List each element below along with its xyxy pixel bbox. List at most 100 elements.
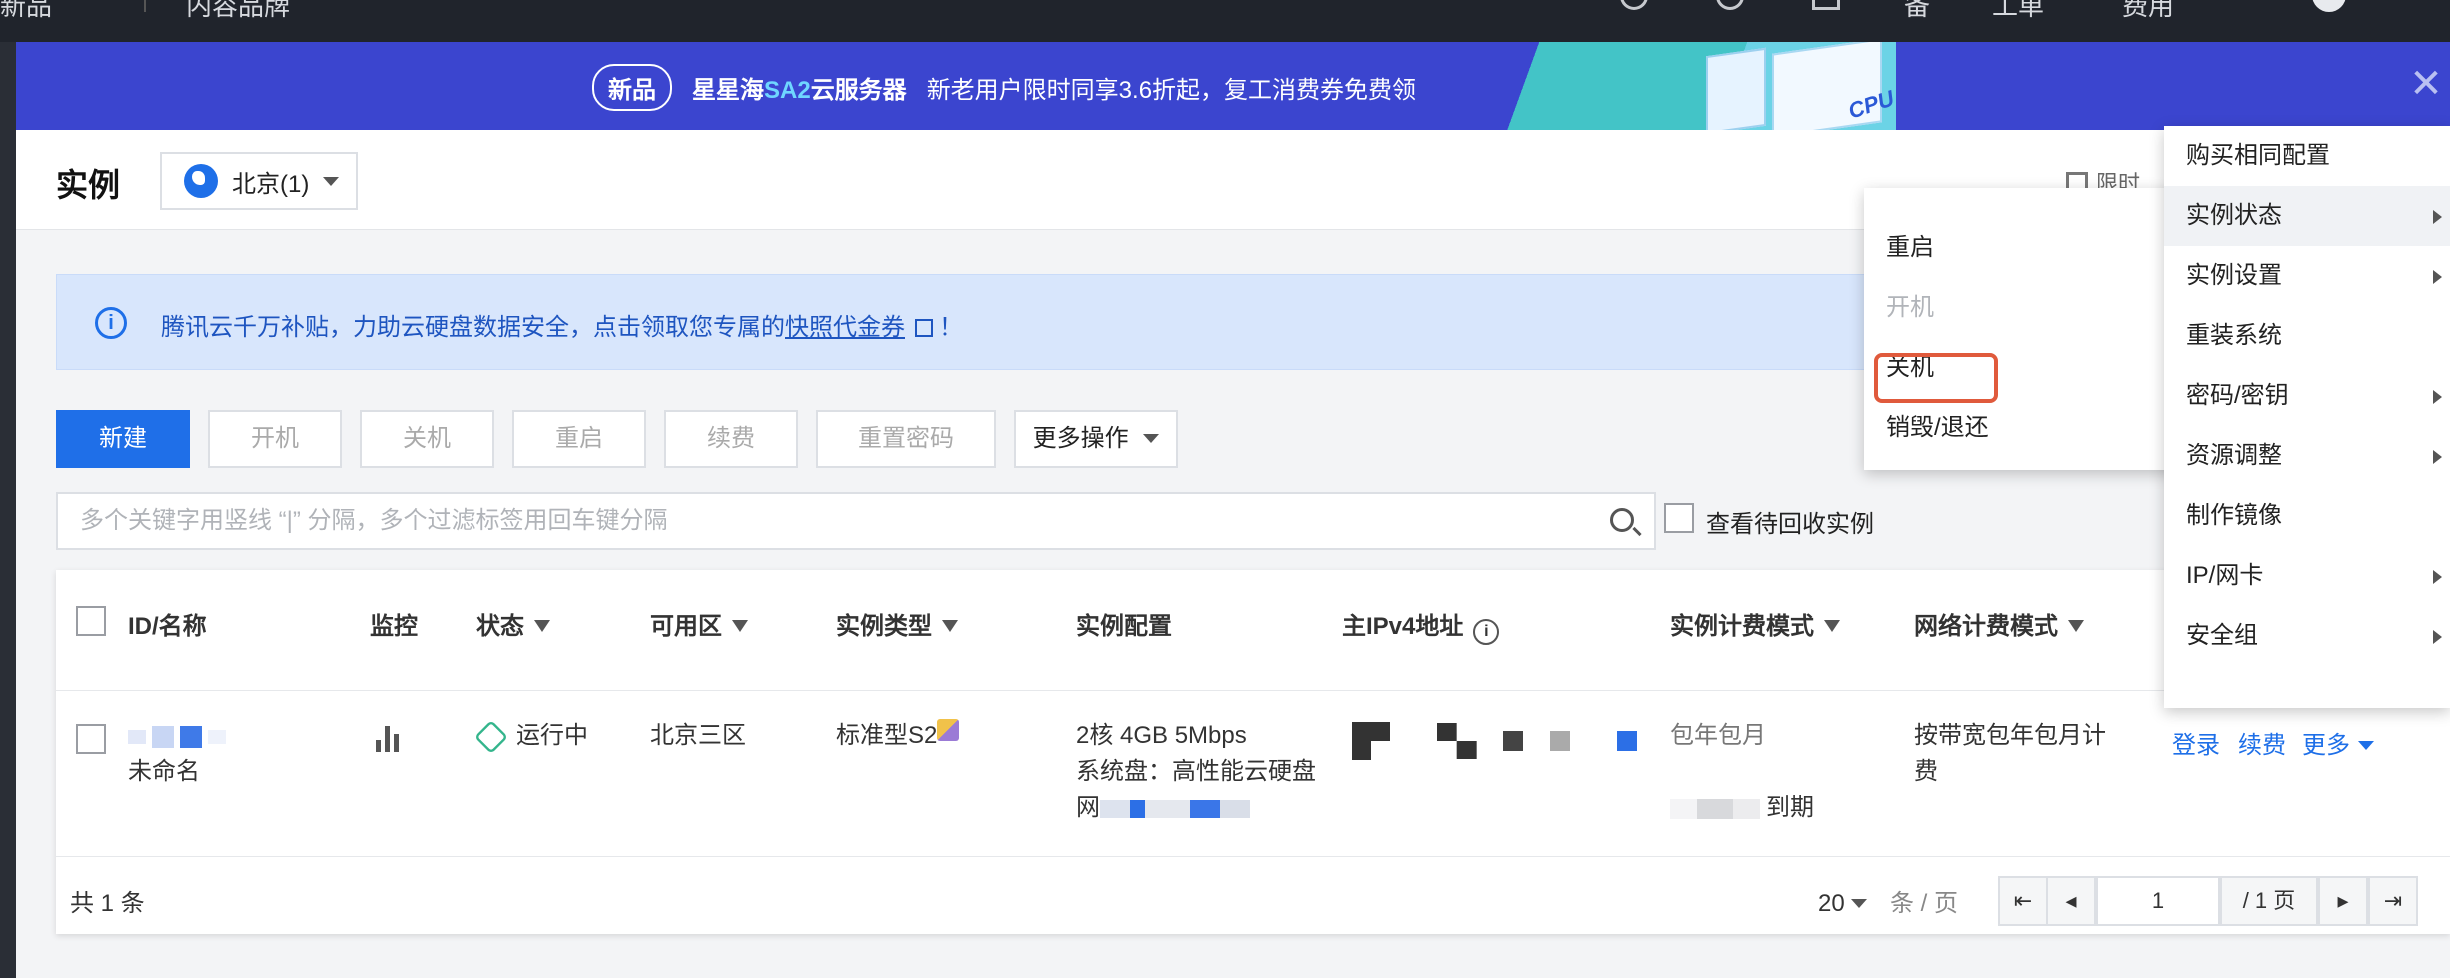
menu-item-resource-adjust[interactable]: 资源调整	[2164, 426, 2450, 486]
col-zone-label: 可用区	[650, 613, 722, 640]
menu-item-instance-status[interactable]: 实例状态	[2164, 186, 2450, 246]
menu-item-instance-settings[interactable]: 实例设置	[2164, 246, 2450, 306]
row-ipv4[interactable]	[1352, 722, 1643, 760]
menu-item-buy-same[interactable]: 购买相同配置	[2164, 126, 2450, 186]
more-link-label: 更多	[2302, 732, 2350, 759]
filter-icon[interactable]	[732, 620, 748, 632]
row-config-line3-label: 网	[1076, 794, 1100, 821]
filter-icon[interactable]	[534, 620, 550, 632]
row-checkbox[interactable]	[76, 724, 106, 754]
filter-icon[interactable]	[942, 620, 958, 632]
avatar[interactable]	[2312, 0, 2346, 12]
nav-item-cost[interactable]: 费用	[2122, 0, 2174, 23]
row-zone: 北京三区	[650, 722, 746, 749]
filter-icon[interactable]	[1824, 620, 1840, 632]
row-billing-line1: 包年包月	[1670, 722, 1766, 749]
select-all-checkbox[interactable]	[76, 606, 106, 636]
chevron-right-icon	[2433, 450, 2442, 464]
nav-item-brand[interactable]: 内容品牌	[186, 0, 290, 23]
page-input[interactable]: 1	[2096, 876, 2220, 926]
more-link[interactable]: 更多	[2302, 728, 2374, 764]
restart-button[interactable]: 重启	[512, 410, 646, 468]
col-id-name: ID/名称	[128, 613, 207, 640]
menu-item-password-key[interactable]: 密码/密钥	[2164, 366, 2450, 426]
region-label: 北京(1)	[232, 170, 310, 198]
more-actions-label: 更多操作	[1032, 425, 1129, 452]
instance-table: ID/名称 监控 状态 可用区 实例类型 实例配置 主IPv4地址 i 实例计费模…	[56, 570, 2450, 934]
row-config-line2: 系统盘：高性能云硬盘	[1076, 758, 1316, 785]
more-actions-button[interactable]: 更多操作	[1014, 410, 1178, 468]
chevron-right-icon	[2433, 570, 2442, 584]
menu-item-label: 资源调整	[2186, 442, 2282, 469]
col-type[interactable]: 实例类型	[836, 606, 958, 641]
region-selector[interactable]: 北京(1)	[160, 152, 358, 210]
col-status-label: 状态	[476, 613, 524, 640]
monitor-bar	[394, 734, 399, 752]
menu-item-label: 实例状态	[2186, 202, 2282, 229]
nav-item-ticket[interactable]: 工单	[1992, 0, 2044, 23]
col-config: 实例配置	[1076, 613, 1172, 640]
nav-grid-icon[interactable]	[1620, 0, 1648, 10]
chevron-right-icon	[2433, 630, 2442, 644]
nav-message-icon[interactable]	[1812, 0, 1840, 10]
info-icon[interactable]: i	[1473, 619, 1500, 645]
redacted-block	[1100, 799, 1250, 818]
col-status[interactable]: 状态	[476, 606, 550, 641]
chevron-right-icon	[2433, 270, 2442, 284]
search-input[interactable]	[58, 494, 1558, 548]
search-icon[interactable]	[1610, 508, 1634, 532]
col-billing[interactable]: 实例计费模式	[1670, 606, 1840, 641]
monitor-chart-icon[interactable]	[374, 724, 404, 752]
redacted-block	[128, 729, 146, 744]
last-page-icon[interactable]: ⇥	[2368, 876, 2418, 926]
menu-item-security-group[interactable]: 安全组	[2164, 606, 2450, 666]
next-page-icon[interactable]: ▸	[2318, 876, 2368, 926]
menu-item-start[interactable]: 开机	[1864, 278, 2184, 338]
menu-item-destroy[interactable]: 销毁/退还	[1864, 398, 2184, 458]
banner-content: 新品 星星海SA2云服务器 新老用户限时同享3.6折起，复工消费券免费领	[592, 64, 1416, 111]
banner-title-highlight: SA2	[764, 77, 811, 104]
menu-item-label: IP/网卡	[2186, 562, 2264, 589]
table-footer-divider	[56, 856, 2450, 857]
reset-password-button[interactable]: 重置密码	[816, 410, 996, 468]
row-billing-line2: 到期	[1670, 790, 1814, 826]
external-link-icon[interactable]	[915, 319, 933, 337]
renew-link[interactable]: 续费	[2238, 728, 2286, 764]
nav-help-icon[interactable]	[1716, 0, 1744, 10]
redacted-block	[152, 725, 174, 748]
nav-divider	[144, 0, 146, 12]
running-status-icon	[474, 719, 508, 754]
menu-item-reinstall[interactable]: 重装系统	[2164, 306, 2450, 366]
snapshot-voucher-link[interactable]: 快照代金券	[785, 314, 905, 341]
menu-item-restart[interactable]: 重启	[1864, 218, 2184, 278]
renew-button[interactable]: 续费	[664, 410, 798, 468]
row-name: 未命名	[128, 758, 200, 785]
promo-banner[interactable]: 新品 星星海SA2云服务器 新老用户限时同享3.6折起，复工消费券免费领 CPU…	[16, 42, 2450, 138]
more-actions-menu: 购买相同配置 实例状态 实例设置 重装系统 密码/密钥 资源调整 制作镜像 IP…	[2164, 126, 2450, 708]
menu-item-ip-nic[interactable]: IP/网卡	[2164, 546, 2450, 606]
close-icon[interactable]: ✕	[2406, 64, 2446, 104]
recycle-label[interactable]: 查看待回收实例	[1706, 504, 1874, 539]
recycle-checkbox[interactable]	[1664, 503, 1694, 533]
row-id[interactable]	[128, 718, 232, 754]
first-page-icon[interactable]: ⇤	[1998, 876, 2048, 926]
page-size-select[interactable]: 20	[1818, 886, 1867, 922]
menu-item-create-image[interactable]: 制作镜像	[2164, 486, 2450, 546]
nav-item-new[interactable]: 新品	[0, 0, 52, 23]
new-button[interactable]: 新建	[56, 410, 190, 468]
banner-text: 新老用户限时同享3.6折起，复工消费券免费领	[926, 77, 1417, 104]
prev-page-icon[interactable]: ◂	[2046, 876, 2096, 926]
menu-item-label: 购买相同配置	[2186, 142, 2330, 169]
row-type-label: 标准型S2	[836, 722, 938, 749]
stop-button[interactable]: 关机	[360, 410, 494, 468]
filter-icon[interactable]	[2068, 620, 2084, 632]
type-badge-icon	[937, 719, 960, 741]
col-zone[interactable]: 可用区	[650, 606, 748, 641]
login-link[interactable]: 登录	[2172, 728, 2220, 764]
menu-item-label: 实例设置	[2186, 262, 2282, 289]
start-button[interactable]: 开机	[208, 410, 342, 468]
row-config-line1: 2核 4GB 5Mbps	[1076, 722, 1247, 749]
col-net-billing[interactable]: 网络计费模式	[1914, 606, 2084, 641]
nav-item-record[interactable]: 备	[1904, 0, 1930, 23]
col-billing-label: 实例计费模式	[1670, 613, 1814, 640]
